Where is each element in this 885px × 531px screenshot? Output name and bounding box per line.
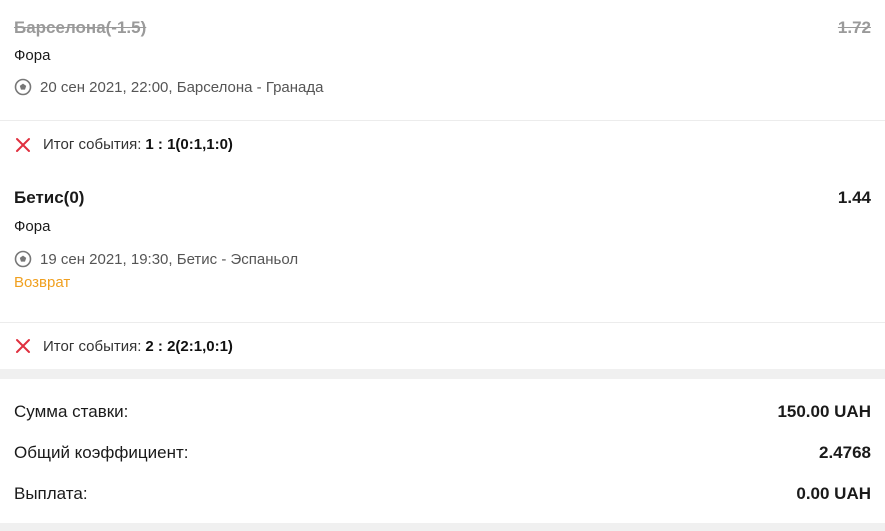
soccer-ball-icon <box>14 250 32 268</box>
section-divider <box>0 369 885 379</box>
payout-value: 0.00 UAH <box>796 483 871 503</box>
bet-summary: Сумма ставки: 150.00 UAH Общий коэффицие… <box>0 379 885 514</box>
soccer-ball-icon <box>14 78 32 96</box>
summary-payout-row: Выплата: 0.00 UAH <box>0 473 885 514</box>
bet-market: Фора <box>14 218 51 235</box>
coef-label: Общий коэффициент: <box>14 442 189 462</box>
stake-value: 150.00 UAH <box>777 401 871 421</box>
bet-odds: 1.72 <box>837 18 871 37</box>
result-score: 2 : 2(2:1,0:1) <box>145 337 233 355</box>
bet-item-2: Бетис(0) 1.44 Фора 19 сен 2021, 19:30, Б… <box>0 168 885 322</box>
bet-event: 20 сен 2021, 22:00, Барселона - Гранада <box>14 76 871 98</box>
bet-event-text: 19 сен 2021, 19:30, Бетис - Эспаньол <box>40 250 299 268</box>
bet-status: Возврат <box>14 274 71 291</box>
coef-value: 2.4768 <box>819 442 871 462</box>
bet-event-text: 20 сен 2021, 22:00, Барселона - Гранада <box>40 78 324 96</box>
payout-label: Выплата: <box>14 483 88 503</box>
bet-event: 19 сен 2021, 19:30, Бетис - Эспаньол <box>14 248 871 270</box>
summary-stake-row: Сумма ставки: 150.00 UAH <box>0 391 885 432</box>
result-label: Итог события: <box>43 337 142 355</box>
bet-odds: 1.44 <box>837 188 871 207</box>
bet-selection-name: Бетис(0) <box>14 188 85 207</box>
event-result-row: Итог события: 1 : 1(0:1,1:0) <box>0 120 885 168</box>
bet-selection-name: Барселона(-1.5) <box>14 18 147 37</box>
close-icon <box>14 337 32 355</box>
bet-market: Фора <box>14 47 51 64</box>
summary-coef-row: Общий коэффициент: 2.4768 <box>0 432 885 473</box>
bet-item-1: Барселона(-1.5) 1.72 Фора 20 сен 2021, 2… <box>0 0 885 120</box>
close-icon <box>14 136 32 154</box>
bottom-band <box>0 523 885 531</box>
event-result-row: Итог события: 2 : 2(2:1,0:1) <box>0 322 885 369</box>
result-label: Итог события: <box>43 136 142 153</box>
stake-label: Сумма ставки: <box>14 401 129 421</box>
result-score: 1 : 1(0:1,1:0) <box>145 136 233 153</box>
bet-history-detail: Барселона(-1.5) 1.72 Фора 20 сен 2021, 2… <box>0 0 885 531</box>
